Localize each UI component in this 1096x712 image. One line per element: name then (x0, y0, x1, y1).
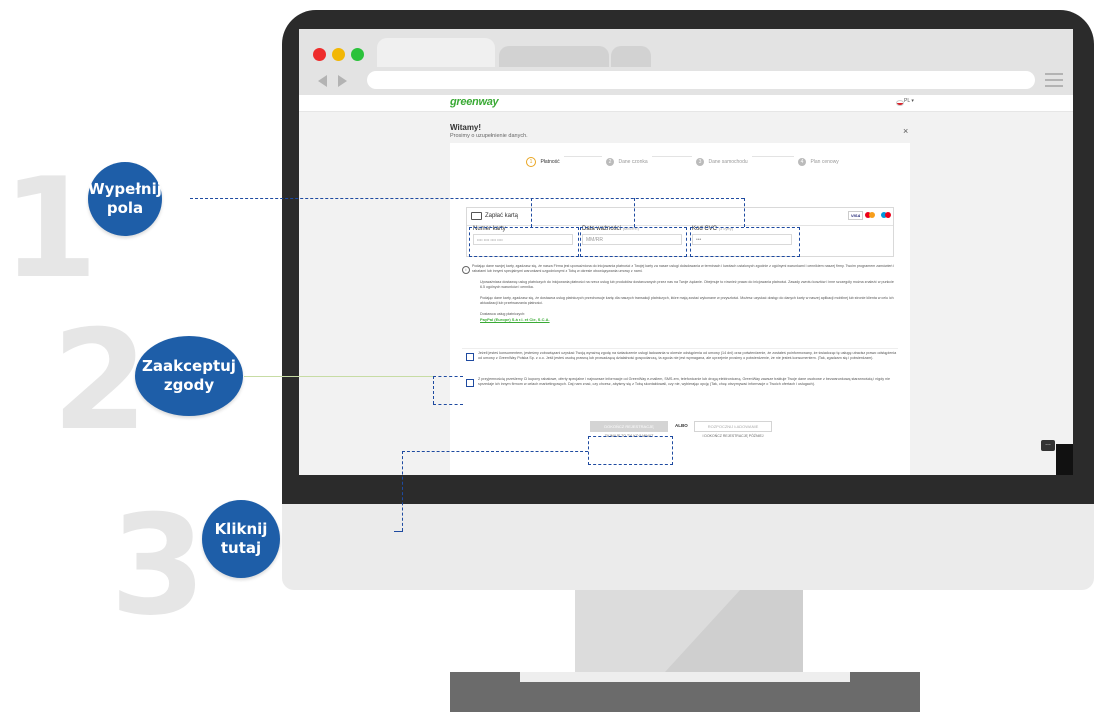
step-number-3: 3 (110, 485, 207, 646)
progress-step-1: 1 Płatność (522, 150, 564, 168)
provider-link[interactable]: PayPal (Europe) S.à r.l. et Cie, S.C.A. (472, 317, 896, 322)
step-1-badge: Wypełnij pola (88, 162, 162, 236)
progress-steps: 1 Płatność 2 Dane czonka 3 Dane samochod… (450, 143, 910, 171)
browser-tab-active[interactable] (377, 38, 495, 68)
step-2-connector (244, 376, 434, 377)
start-charging-hint: I DOKOŃCZ REJESTRACJĘ PÓŹNIEJ (702, 434, 764, 438)
info-paragraph-1: Podając dane swojej karty, zgadzasz się,… (472, 264, 895, 273)
flag-pl-icon (896, 100, 904, 106)
step-number-2: 2 (52, 300, 149, 461)
step-number-1: 1 (2, 148, 99, 309)
step-2-badge: Zaakceptuj zgody (135, 336, 243, 416)
step-3-badge: Kliknij tutaj (202, 500, 280, 578)
visa-icon: VISA (848, 211, 864, 220)
page-subtitle: Prosimy o uzupełnienie danych. (450, 133, 528, 139)
chat-icon[interactable]: … (1041, 440, 1055, 451)
info-icon: i (462, 266, 470, 274)
back-icon[interactable] (318, 75, 327, 87)
step-3-connector (394, 531, 403, 532)
cvc-highlight (690, 227, 800, 257)
or-label: ALBO (675, 423, 688, 428)
progress-step-4: 4 Plan cenowy (794, 150, 843, 168)
browser-tab-bar (299, 29, 1073, 68)
consent-text-2: Z przyjemnością prześlemy Ci kupony raba… (478, 377, 891, 386)
close-window-icon[interactable] (313, 48, 326, 61)
language-select[interactable]: PL ▾ (904, 98, 914, 104)
site-header: greenway PL ▾ (299, 95, 1073, 112)
step-1-connector (634, 198, 635, 227)
expiry-highlight (580, 227, 687, 257)
pay-by-card-label: Zapłać kartą (485, 213, 519, 219)
payment-info-text: Podając dane swojej karty, zgadzasz się,… (472, 264, 896, 322)
assistant-avatar[interactable] (1056, 444, 1073, 475)
maestro-icon (881, 212, 891, 218)
info-paragraph-3: Podając dane karty, zgadzasz się, że dos… (480, 296, 894, 305)
mastercard-icon (865, 212, 875, 218)
step-3-connector (402, 451, 403, 531)
step-2-connector (433, 376, 434, 404)
browser-toolbar (299, 67, 1073, 95)
step-1-connector (744, 198, 745, 227)
finish-registration-button[interactable]: DOKOŃCZ REJESTRACJĘ (590, 421, 668, 432)
info-paragraph-2: Upoważniasz dostawcę usług płatniczych d… (480, 280, 894, 289)
web-page: greenway PL ▾ Witamy! Prosimy o uzupełni… (299, 95, 1073, 475)
close-icon[interactable]: × (903, 126, 908, 136)
card-number-highlight (469, 227, 579, 257)
step-1-connector (531, 198, 532, 227)
minimize-window-icon[interactable] (332, 48, 345, 61)
step-2-connector (433, 404, 463, 405)
menu-icon[interactable] (1045, 73, 1063, 87)
maximize-window-icon[interactable] (351, 48, 364, 61)
address-bar[interactable] (367, 71, 1035, 89)
monitor-stand (575, 590, 803, 672)
monitor-chin (282, 504, 1094, 590)
step-1-connector (190, 198, 744, 199)
page-title: Witamy! (450, 123, 482, 132)
consent-checkbox-2[interactable] (466, 379, 474, 387)
registration-form: 1 Płatność 2 Dane czonka 3 Dane samochod… (450, 143, 910, 475)
monitor-base (450, 672, 920, 712)
progress-step-3: 3 Dane samochodu (692, 150, 752, 168)
start-charging-button[interactable]: ROZPOCZNIJ ŁADOWANIE (694, 421, 772, 432)
step-2-connector (433, 376, 463, 377)
finish-button-highlight (588, 436, 673, 465)
card-icon (471, 212, 482, 220)
forward-icon[interactable] (338, 75, 347, 87)
consent-checkbox-1[interactable] (466, 353, 474, 361)
browser-tab[interactable] (611, 46, 651, 67)
greenway-logo[interactable]: greenway (450, 96, 499, 108)
step-3-connector (402, 451, 588, 452)
browser-tab[interactable] (499, 46, 609, 67)
consent-text-1: Jeżeli jesteś konsumentem, jesteśmy zobo… (478, 351, 897, 360)
progress-step-2: 2 Dane czonka (602, 150, 652, 168)
